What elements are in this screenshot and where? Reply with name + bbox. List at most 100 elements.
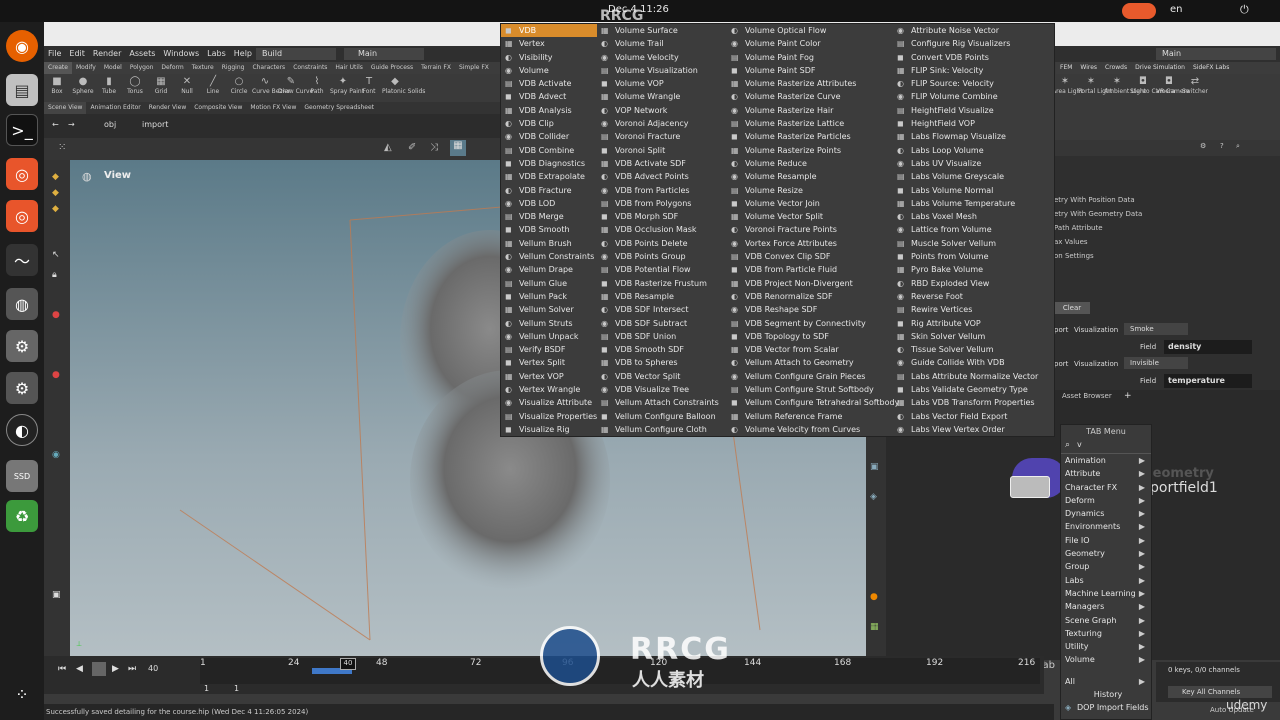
tab-menu-item[interactable]: ▦ VDB to Spheres [597, 356, 727, 369]
tab-menu-item[interactable]: ◐ Volume Rasterize Curve [727, 90, 893, 103]
tool-line[interactable]: ╱ Line [200, 74, 226, 95]
flipbook-icon[interactable]: ▣ [52, 590, 61, 600]
back-arrow-icon[interactable]: ← [52, 120, 59, 129]
tab-menu-item[interactable]: ▦ Volume Vector Split [727, 210, 893, 223]
jump-end-icon[interactable]: ⏭ [128, 664, 136, 674]
tab-menu-item[interactable]: ▤ Rewire Vertices [893, 303, 1053, 316]
visualization-select-smoke[interactable]: Smoke [1124, 323, 1188, 335]
tab-menu-item[interactable]: ◐ VDB Vector Split [597, 370, 727, 383]
tab-menu-search[interactable]: ⌕ v [1061, 438, 1151, 454]
play-icon[interactable]: ▶ [112, 664, 119, 674]
volume-node[interactable] [1010, 476, 1050, 498]
tab-scene-view[interactable]: Scene View [44, 102, 87, 114]
tab-menu-item[interactable]: ◐ FLIP Source: Velocity [893, 77, 1053, 90]
shelf-tab-rigging[interactable]: Rigging [218, 62, 249, 74]
tab-menu-item[interactable]: ▦ Vellum Configure Cloth [597, 423, 727, 436]
shelf-tab-polygon[interactable]: Polygon [126, 62, 158, 74]
tab-render-view[interactable]: Render View [145, 102, 191, 114]
record-indicator-icon[interactable] [1122, 3, 1156, 19]
tool-sphere[interactable]: ● Sphere [70, 74, 96, 95]
forward-arrow-icon[interactable]: → [68, 120, 75, 129]
tab-menu-item[interactable]: ◉ Volume Resample [727, 170, 893, 183]
tab-menu-item[interactable]: ◐ Voronoi Fracture Points [727, 223, 893, 236]
shelf-tab-sidefx-labs[interactable]: SideFX Labs [1189, 62, 1233, 74]
tab-menu-item[interactable]: ◉ VDB Reshape SDF [727, 303, 893, 316]
disk-icon[interactable]: ◍ [6, 288, 38, 320]
category-item[interactable]: Labs ▶ [1061, 574, 1151, 587]
search-input[interactable]: v [1077, 440, 1082, 449]
tab-menu-item[interactable]: ▦ Labs VDB Transform Properties [893, 396, 1053, 409]
tab-menu-item[interactable]: ◼ VDB Diagnostics [501, 157, 597, 170]
tool-path[interactable]: ⌇ Path [304, 74, 330, 95]
tab-menu-item[interactable]: ◉ Voronoi Adjacency [597, 117, 727, 130]
tab-menu-item[interactable]: ▦ Vertex VOP [501, 370, 597, 383]
history-item[interactable]: ◈ DOP Import Fields [1061, 701, 1151, 714]
category-item[interactable]: Group ▶ [1061, 560, 1151, 573]
tab-menu-item[interactable]: ◐ VOP Network [597, 104, 727, 117]
tab-menu-item[interactable]: ▦ FLIP Sink: Velocity [893, 64, 1053, 77]
tool-switcher[interactable]: ⇄ Switcher [1182, 74, 1208, 95]
pose-tool-icon[interactable]: ● [52, 370, 60, 380]
tab-menu-item[interactable]: ◐ Vellum Struts [501, 317, 597, 330]
settings-alt-icon[interactable]: ⚙ [6, 372, 38, 404]
tab-menu-item[interactable]: ▤ Volume Resize [727, 184, 893, 197]
category-item[interactable]: Animation ▶ [1061, 454, 1151, 467]
tab-menu-item[interactable]: ◼ Points from Volume [893, 250, 1053, 263]
shelf-tab-constraints[interactable]: Constraints [289, 62, 331, 74]
tab-menu-item[interactable]: ◉ Reverse Foot [893, 290, 1053, 303]
search-icon[interactable]: ⌕ [1236, 142, 1240, 151]
category-item[interactable]: Machine Learning ▶ [1061, 587, 1151, 600]
move-tool-icon[interactable]: ◆ [52, 188, 59, 198]
tab-menu-item[interactable]: ◉ Lattice from Volume [893, 223, 1053, 236]
tab-menu-item[interactable]: ◉ Attribute Noise Vector [893, 24, 1053, 37]
tool-torus[interactable]: ◯ Torus [122, 74, 148, 95]
tab-menu-item[interactable]: ◐ RBD Exploded View [893, 277, 1053, 290]
tool-portal-light[interactable]: ✶ Portal Light [1078, 74, 1112, 95]
category-item[interactable]: Environments ▶ [1061, 520, 1151, 533]
tab-menu-item[interactable]: ▦ Vellum Brush [501, 237, 597, 250]
view-tool-icon[interactable]: ◉ [52, 450, 60, 460]
tab-menu-item[interactable]: ◐ Volume Trail [597, 37, 727, 50]
tab-menu-item[interactable]: ▦ Volume Rasterize Points [727, 144, 893, 157]
tab-menu-item[interactable]: ◐ VDB Advect Points [597, 170, 727, 183]
jump-start-icon[interactable]: ⏮ [58, 664, 66, 674]
warning-icon[interactable]: ● [870, 592, 878, 602]
tab-menu-item[interactable]: ◉ FLIP Volume Combine [893, 90, 1053, 103]
camera-tool-icon[interactable]: ◭ [384, 142, 392, 153]
rotate-tool-icon[interactable]: ◆ [52, 204, 59, 214]
tool-tube[interactable]: ▮ Tube [96, 74, 122, 95]
tab-menu-item[interactable]: ◉ Volume Rasterize Hair [727, 104, 893, 117]
tab-menu-item[interactable]: ◉ Vellum Configure Grain Pieces [727, 370, 893, 383]
category-item[interactable]: Volume ▶ [1061, 653, 1151, 666]
tool-vr-camera[interactable]: ◘ VR Camera [1156, 74, 1190, 95]
tab-menu-item[interactable]: ▤ Volume Rasterize Lattice [727, 117, 893, 130]
tab-menu-item[interactable]: ▤ VDB Activate [501, 77, 597, 90]
obs-icon[interactable]: ◐ [6, 414, 38, 446]
tab-menu-item[interactable]: ◉ Labs UV Visualize [893, 157, 1053, 170]
tab-menu-item[interactable]: ◐ Labs Loop Volume [893, 144, 1053, 157]
tab-menu-item[interactable]: ◐ Volume Optical Flow [727, 24, 893, 37]
shelf-tab-terrain-fx[interactable]: Terrain FX [417, 62, 455, 74]
tab-menu-item[interactable]: ▤ Vellum Configure Strut Softbody [727, 383, 893, 396]
tab-menu-item[interactable]: ▤ Labs Volume Greyscale [893, 170, 1053, 183]
tab-menu-item[interactable]: ◼ VDB Advect [501, 90, 597, 103]
tool-ambient-light[interactable]: ✶ Ambient Light [1104, 74, 1146, 95]
tab-menu-item[interactable]: ◼ VDB Topology to SDF [727, 330, 893, 343]
tab-menu-item[interactable]: ▤ Voronoi Fracture [597, 130, 727, 143]
tab-menu-item[interactable]: ▤ VDB Segment by Connectivity [727, 317, 893, 330]
power-icon[interactable]: ⏻ [1240, 3, 1249, 17]
category-all[interactable]: All ▶ [1061, 675, 1151, 688]
tab-menu-item[interactable]: ▤ Configure Rig Visualizers [893, 37, 1053, 50]
tab-menu-item[interactable]: ◼ Vellum Configure Tetrahedral Softbody [727, 396, 899, 409]
grid-dots-icon[interactable]: ⁙ [58, 142, 66, 153]
tab-menu-item[interactable]: ▦ VDB Occlusion Mask [597, 223, 727, 236]
tab-menu-item[interactable]: ▦ Vellum Solver [501, 303, 597, 316]
tab-menu-item[interactable]: ◉ VDB Points Group [597, 250, 727, 263]
menu-render[interactable]: Render [89, 46, 125, 62]
shelf-tab-characters[interactable]: Characters [248, 62, 289, 74]
path-import[interactable]: import [142, 120, 168, 129]
tab-menu-item[interactable]: ▤ Volume Paint Fog [727, 51, 893, 64]
tab-menu-item[interactable]: ▤ VDB Merge [501, 210, 597, 223]
stop-icon[interactable] [92, 662, 106, 676]
desktop-select[interactable]: Build [256, 48, 336, 60]
